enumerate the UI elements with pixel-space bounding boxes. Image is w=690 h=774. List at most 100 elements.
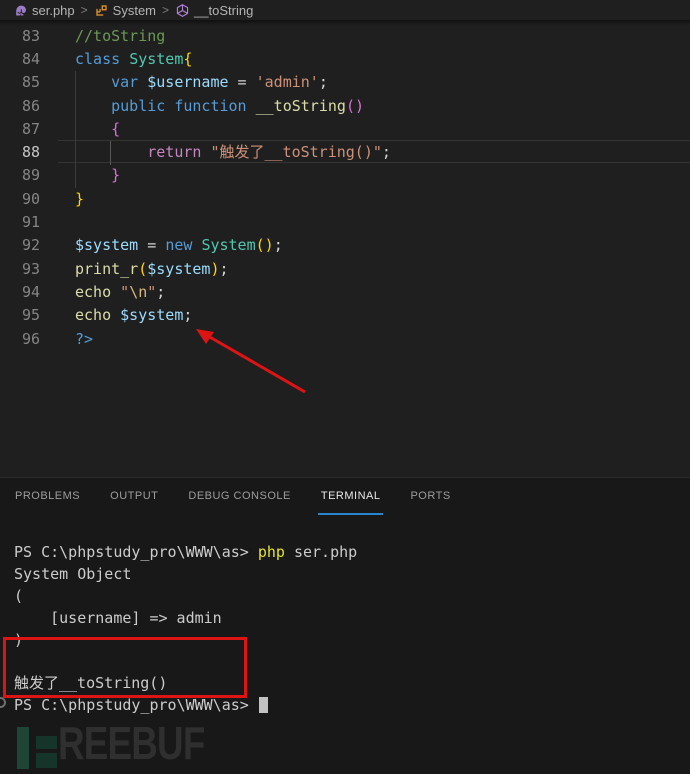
code-text: class System{ (75, 48, 192, 71)
line-number[interactable]: 86 (0, 95, 40, 118)
terminal-line: PS C:\phpstudy_pro\WWW\as> php ser.php (14, 542, 690, 564)
breadcrumb-separator: > (80, 3, 88, 17)
breadcrumb-item[interactable]: System (94, 3, 156, 18)
code-line[interactable]: 83 //toString (0, 25, 690, 48)
code-line[interactable]: 87 { (0, 118, 690, 141)
panel-tab-terminal[interactable]: TERMINAL (317, 490, 384, 515)
code-token: function (174, 96, 247, 115)
code-token: System (201, 236, 256, 255)
line-number[interactable]: 94 (0, 281, 40, 304)
code-token: ; (219, 259, 229, 278)
line-number[interactable]: 96 (0, 328, 40, 351)
code-token: () (345, 96, 364, 115)
code-token: class (75, 49, 121, 68)
breadcrumb-item[interactable]: ser.php (13, 3, 75, 18)
code-token: " (147, 282, 157, 301)
code-token: "触发了__toString()" (210, 143, 382, 162)
code-token: ; (183, 306, 193, 325)
code-token: echo (75, 306, 112, 325)
breadcrumb-item[interactable]: __toString (175, 3, 253, 18)
terminal-line: System Object (14, 564, 690, 586)
code-token: $system (147, 259, 211, 278)
panel-tab-problems[interactable]: PROBLEMS (15, 490, 80, 515)
code-token: } (111, 166, 121, 185)
code-line[interactable]: 90} (0, 188, 690, 211)
panel-tab-output[interactable]: OUTPUT (110, 490, 158, 515)
code-token: \n (129, 282, 148, 301)
code-token: print_r (75, 259, 139, 278)
terminal-text: ser.php (284, 543, 358, 561)
line-number[interactable]: 85 (0, 71, 40, 94)
panel-tab-ports[interactable]: PORTS (410, 490, 450, 515)
line-number[interactable]: 90 (0, 188, 40, 211)
terminal-text: php (257, 543, 285, 561)
code-token: = (138, 236, 166, 255)
code-text: //toString (75, 25, 165, 48)
symbol-class-icon (94, 3, 109, 18)
panel-tab-debug-console[interactable]: DEBUG CONSOLE (188, 490, 290, 515)
terminal-line: ( (14, 586, 690, 608)
code-token: 'admin' (255, 73, 319, 92)
line-number[interactable]: 84 (0, 48, 40, 71)
code-text: ?> (75, 328, 93, 351)
code-token: " (120, 282, 130, 301)
code-text: echo $system; (75, 304, 192, 327)
line-number[interactable]: 88 (0, 141, 40, 164)
code-token: __toString (255, 96, 346, 115)
code-token: = (228, 73, 256, 92)
code-text: print_r($system); (75, 258, 229, 281)
code-text: public function __toString() (75, 95, 364, 118)
code-line[interactable]: 91 (0, 211, 690, 234)
code-token: ( (138, 259, 148, 278)
code-line[interactable]: 94 echo "\n"; (0, 281, 690, 304)
code-line[interactable]: 93 print_r($system); (0, 258, 690, 281)
code-text: { (75, 118, 120, 141)
code-line[interactable]: 95 echo $system; (0, 304, 690, 327)
panel-tab-bar: PROBLEMS OUTPUT DEBUG CONSOLE TERMINAL PORTS (0, 478, 690, 515)
line-number[interactable]: 92 (0, 234, 40, 257)
code-line[interactable]: 85 var $username = 'admin'; (0, 71, 690, 94)
code-token: ; (156, 282, 166, 301)
code-line[interactable]: 92 $system = new System(); (0, 234, 690, 257)
line-number[interactable]: 91 (0, 211, 40, 234)
code-token: //toString (75, 26, 166, 45)
code-line[interactable]: 84 class System{ (0, 48, 690, 71)
code-text: var $username = 'admin'; (75, 71, 328, 94)
terminal-command-decoration-icon (0, 697, 6, 708)
freebuf-logo-icon (36, 736, 57, 749)
code-area[interactable]: 83//toString 84 class System{85 var $usern… (0, 25, 690, 351)
breadcrumb: ser.php > System > __toString (0, 0, 690, 20)
terminal-text: ( (14, 586, 24, 605)
code-token: var (111, 73, 139, 92)
line-number[interactable]: 95 (0, 304, 40, 327)
line-number[interactable]: 83 (0, 25, 40, 48)
breadcrumb-label: System (112, 2, 157, 18)
freebuf-watermark: REEBUF (0, 717, 300, 774)
terminal-text: [username] => admin (14, 608, 222, 627)
code-line[interactable]: 89 } (0, 164, 690, 187)
code-token: { (111, 119, 121, 138)
code-line[interactable]: 96 ?> (0, 328, 690, 351)
watermark-text: REEBUF (58, 717, 205, 769)
code-token: new (165, 236, 193, 255)
code-token: $system (75, 236, 139, 255)
line-number[interactable]: 89 (0, 164, 40, 187)
code-token: ?> (75, 329, 94, 348)
code-token: ; (273, 236, 283, 255)
code-line[interactable]: 86 public function __toString() (0, 95, 690, 118)
terminal-text: PS C:\phpstudy_pro\WWW\as> (14, 543, 258, 561)
code-editor[interactable]: 83//toString 84 class System{85 var $usern… (0, 20, 690, 477)
code-line[interactable]: 88 return "触发了__toString()"; (0, 141, 690, 164)
line-number[interactable]: 87 (0, 118, 40, 141)
code-token: ) (210, 259, 220, 278)
line-number[interactable]: 93 (0, 258, 40, 281)
